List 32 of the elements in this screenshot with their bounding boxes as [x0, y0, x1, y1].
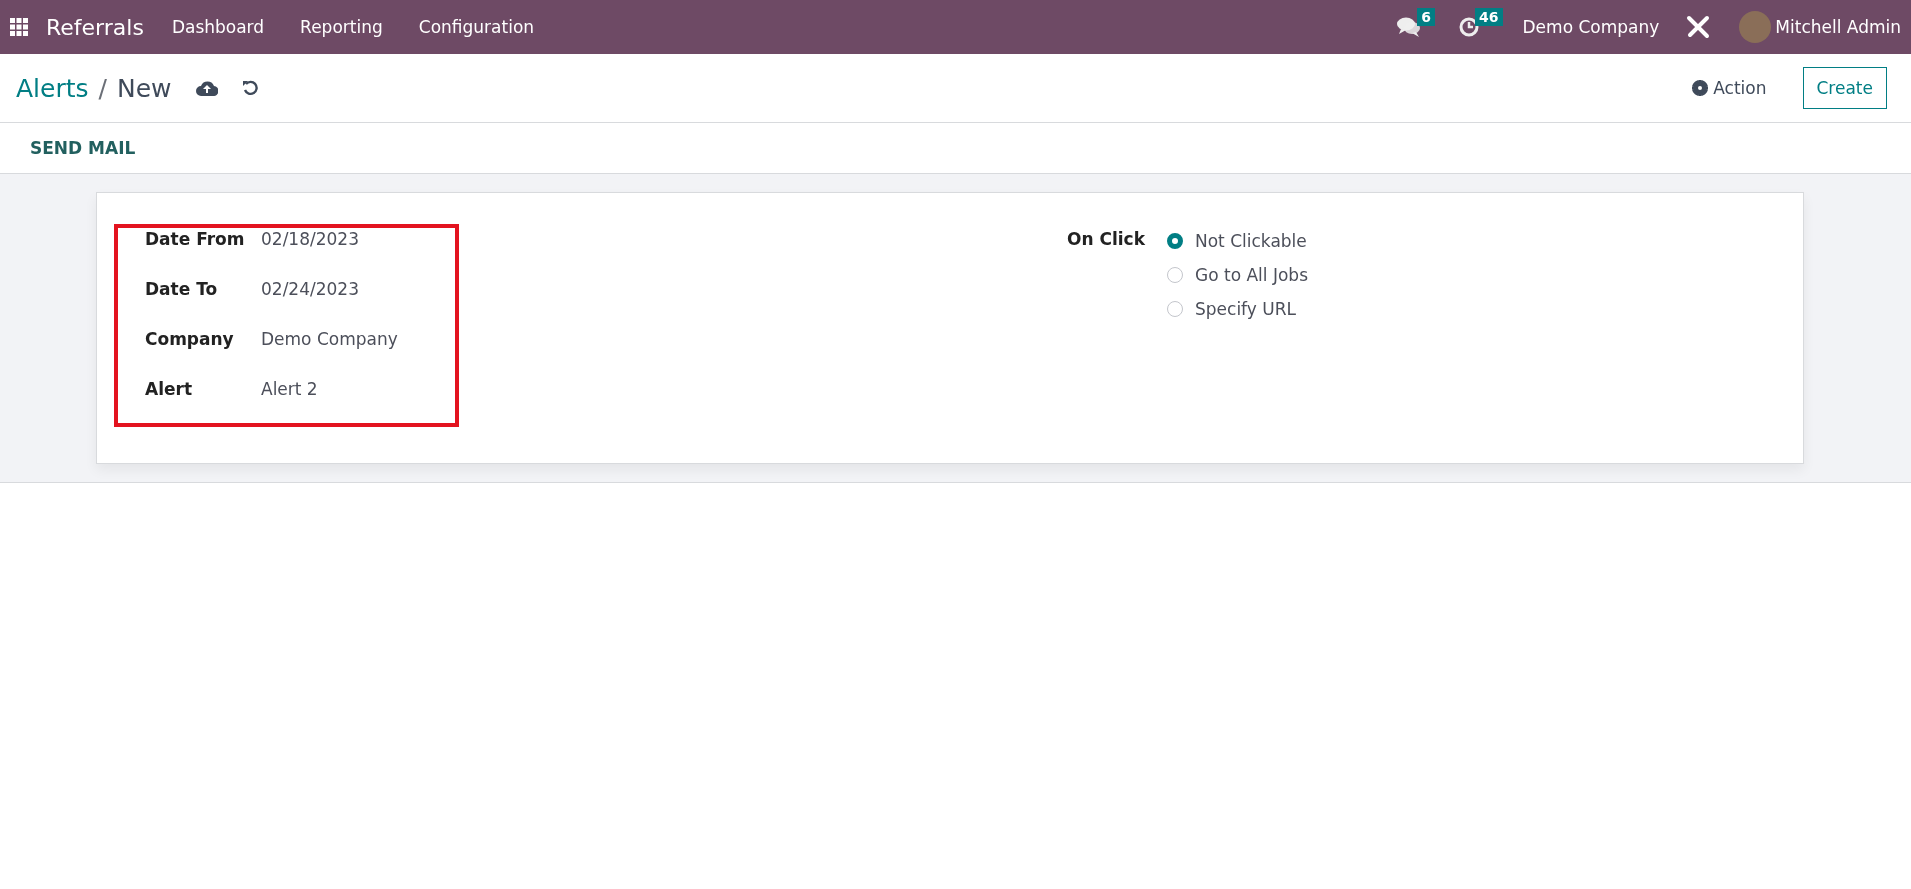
apps-grid-icon[interactable]	[10, 18, 28, 36]
menu-item[interactable]: Configuration	[418, 17, 535, 37]
field-label: Company	[145, 329, 235, 349]
radio-label[interactable]: Not Clickable	[1195, 231, 1307, 251]
field-value[interactable]: Alert 2	[261, 379, 318, 399]
breadcrumb-current: New	[117, 73, 172, 103]
company-switcher[interactable]: Demo Company	[1522, 17, 1660, 37]
send-mail-button[interactable]: SEND MAIL	[14, 132, 152, 164]
cloud-upload-icon[interactable]	[195, 80, 218, 96]
messages-count: 6	[1417, 8, 1436, 26]
field-label: Alert	[145, 379, 194, 399]
create-button[interactable]: Create	[1802, 67, 1887, 109]
chat-icon[interactable]	[1397, 16, 1422, 38]
clock-icon[interactable]	[1459, 17, 1480, 37]
radio-button[interactable]	[1167, 233, 1183, 249]
menu-item[interactable]: Reporting	[300, 17, 383, 37]
activities-count: 46	[1475, 8, 1503, 26]
breadcrumb-link[interactable]: Alerts	[16, 73, 89, 103]
radio-label[interactable]: Specify URL	[1195, 299, 1296, 319]
action-button[interactable]: Action	[1686, 72, 1773, 104]
user-menu[interactable]: Mitchell Admin	[1775, 17, 1901, 37]
field-value[interactable]: Demo Company	[261, 329, 398, 349]
field-label: On Click	[1067, 229, 1146, 251]
field-value[interactable]: 02/24/2023	[261, 279, 359, 299]
breadcrumb-separator: /	[98, 73, 107, 103]
undo-icon[interactable]	[241, 79, 260, 97]
radio-label[interactable]: Go to All Jobs	[1195, 265, 1308, 285]
field-value[interactable]: 02/18/2023	[261, 229, 359, 249]
menu-item[interactable]: Dashboard	[171, 17, 265, 37]
field-label: Date To	[145, 279, 219, 299]
field-label: Date From	[145, 229, 246, 249]
app-name[interactable]: Referrals	[46, 14, 144, 40]
